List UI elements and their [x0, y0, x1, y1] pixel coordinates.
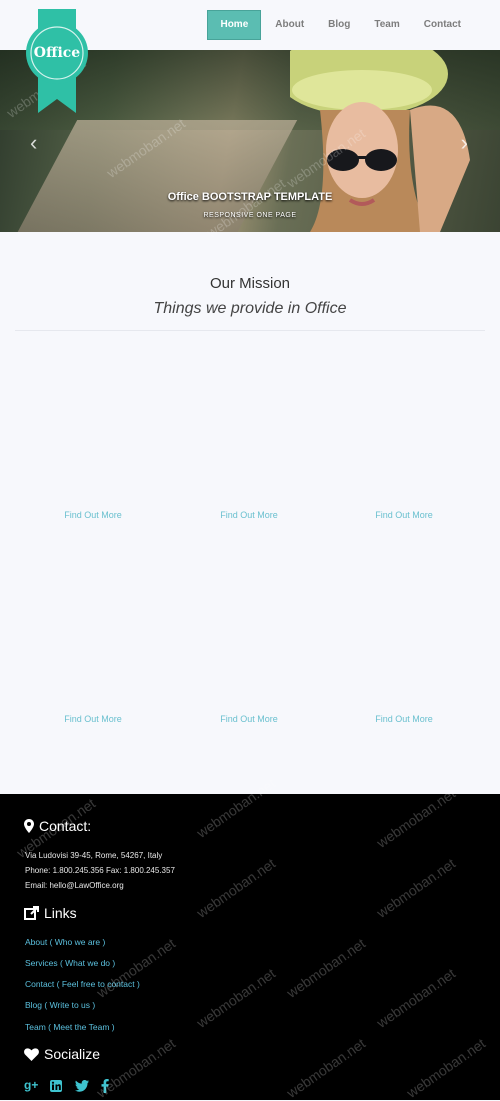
logo-badge[interactable]: Office: [26, 9, 88, 113]
footer-link-blog[interactable]: Blog ( Write to us ): [25, 1000, 95, 1010]
hero-woman-image: [290, 50, 470, 232]
find-out-more-link[interactable]: Find Out More: [33, 510, 153, 520]
google-plus-icon[interactable]: g+: [24, 1078, 38, 1092]
hero-caption-title: Office BOOTSTRAP TEMPLATE: [167, 191, 333, 203]
find-out-more-link[interactable]: Find Out More: [344, 510, 464, 520]
mission-title: Our Mission: [209, 275, 291, 292]
facebook-icon[interactable]: [101, 1079, 109, 1093]
twitter-icon[interactable]: [75, 1080, 89, 1092]
hero-caption-subtitle: RESPONSIVE ONE PAGE: [203, 212, 297, 219]
mission-subtitle: Things we provide in Office: [153, 300, 347, 317]
main-nav: Home About Blog Team Contact: [207, 10, 473, 40]
nav-home[interactable]: Home: [207, 10, 262, 40]
heart-icon: [24, 1047, 39, 1061]
logo-text: Office: [33, 45, 81, 61]
footer-link-about[interactable]: About ( Who we are ): [25, 937, 105, 947]
footer-link-team[interactable]: Team ( Meet the Team ): [25, 1022, 115, 1032]
external-link-icon: [24, 906, 39, 920]
contact-phone: Phone: 1.800.245.356 Fax: 1.800.245.357: [25, 866, 175, 875]
nav-contact[interactable]: Contact: [412, 10, 473, 40]
footer-link-contact[interactable]: Contact ( Feel free to contact ): [25, 979, 140, 989]
find-out-more-link[interactable]: Find Out More: [344, 714, 464, 724]
find-out-more-link[interactable]: Find Out More: [33, 714, 153, 724]
footer-link-services[interactable]: Services ( What we do ): [25, 958, 115, 968]
next-arrow-icon[interactable]: ›: [461, 130, 468, 156]
links-heading: Links: [24, 905, 77, 921]
find-out-more-link[interactable]: Find Out More: [189, 510, 309, 520]
prev-arrow-icon[interactable]: ‹: [30, 130, 37, 156]
nav-about[interactable]: About: [263, 10, 316, 40]
contact-heading: Contact:: [24, 818, 91, 834]
contact-heading-label: Contact:: [39, 818, 92, 834]
nav-team[interactable]: Team: [362, 10, 411, 40]
contact-email: Email: hello@LawOffice.org: [25, 881, 124, 890]
section-divider: [15, 330, 485, 331]
find-out-more-link[interactable]: Find Out More: [189, 714, 309, 724]
ribbon-icon: [26, 9, 88, 113]
socialize-heading-label: Socialize: [44, 1046, 101, 1062]
contact-address: Via Ludovisi 39-45, Rome, 54267, Italy: [25, 851, 163, 860]
socialize-heading: Socialize: [24, 1046, 100, 1062]
footer: Contact: Via Ludovisi 39-45, Rome, 54267…: [0, 794, 500, 1100]
nav-blog[interactable]: Blog: [316, 10, 362, 40]
linkedin-icon[interactable]: [50, 1080, 62, 1092]
map-marker-icon: [24, 819, 34, 833]
links-heading-label: Links: [44, 905, 77, 921]
